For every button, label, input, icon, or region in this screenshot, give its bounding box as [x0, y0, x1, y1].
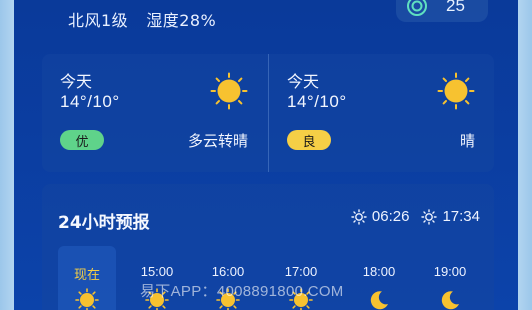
hour-item[interactable]: 19:00 [421, 246, 479, 310]
humidity-text: 湿度28% [146, 11, 217, 30]
sunset: 17:34 [421, 208, 480, 225]
day-label: 今天 [287, 72, 320, 91]
sunrise-icon [351, 208, 367, 225]
sun-times: 06:26 17:34 [351, 208, 480, 225]
day-temp-range: 14°/10° [60, 92, 120, 111]
sunset-icon [421, 208, 438, 225]
hour-time: 18:00 [362, 264, 396, 279]
hour-time: 现在 [73, 268, 100, 283]
sun-icon [75, 288, 99, 310]
air-quality-badge: 优 [60, 130, 104, 150]
hour-time: 15:00 [140, 264, 174, 279]
hour-item-now[interactable]: 现在 [58, 246, 116, 310]
watermark: 易下APP：4008891800.COM [140, 283, 344, 300]
aqi-ring-icon [407, 0, 427, 16]
aqi-widget[interactable]: 25 [396, 0, 488, 22]
sunrise: 06:26 [351, 208, 410, 225]
hour-time: 16:00 [211, 264, 245, 279]
day-temp-range: 14°/10° [287, 92, 347, 111]
moon-icon [370, 291, 388, 310]
day-forecast-second[interactable]: 今天 14°/10° 良 晴 [269, 54, 495, 172]
wind-text: 北风1级 [68, 11, 129, 30]
hour-item[interactable]: 18:00 [350, 246, 408, 310]
sunrise-time: 06:26 [371, 208, 410, 225]
hour-time: 17:00 [284, 264, 318, 279]
hourly-title: 24小时预报 [58, 213, 150, 233]
sun-icon [437, 72, 475, 110]
day-label: 今天 [60, 72, 93, 91]
moon-icon [441, 291, 459, 310]
day-condition: 晴 [459, 132, 475, 150]
daily-forecast-card: 今天 14°/10° 优 多云转晴 今天 14°/10° 良 晴 [42, 54, 494, 172]
sun-icon [210, 72, 248, 110]
sunset-time: 17:34 [442, 208, 480, 225]
current-weather-details: 北风1级 湿度28% [68, 7, 216, 31]
hour-time: 19:00 [433, 264, 467, 279]
air-quality-badge: 良 [287, 130, 331, 150]
day-forecast-today[interactable]: 今天 14°/10° 优 多云转晴 [42, 54, 268, 172]
aqi-value: 25 [446, 0, 465, 15]
day-condition: 多云转晴 [187, 132, 248, 150]
